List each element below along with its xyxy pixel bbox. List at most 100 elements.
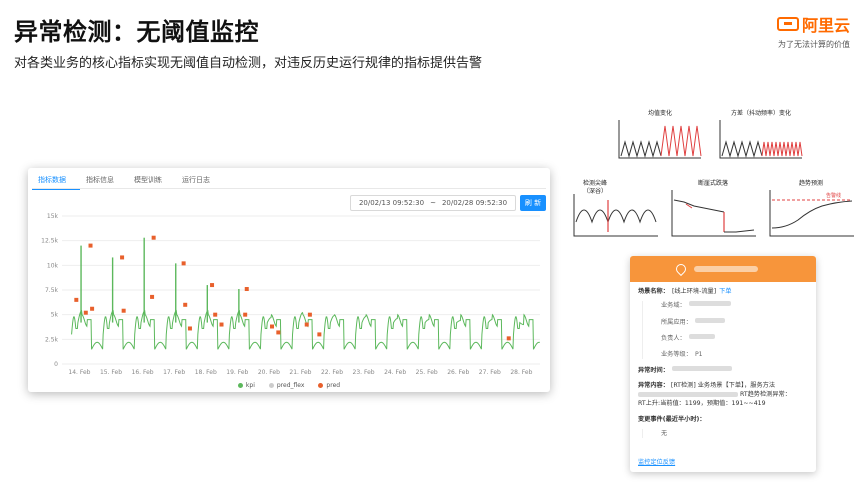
pattern-spike-detection: 检测尖峰 （深谷）: [570, 178, 660, 240]
x-tick-label: 26. Feb: [447, 369, 469, 376]
pattern-mean-change: 均值变化: [615, 106, 705, 164]
redacted-value: [694, 317, 725, 323]
legend-label: pred: [326, 382, 341, 389]
pattern-spike-graphic: [573, 194, 658, 237]
redacted-value: [638, 391, 738, 397]
date-end: 20/02/28 09:52:30: [441, 199, 508, 207]
anomaly-point: [83, 310, 88, 315]
date-start: 20/02/13 09:52:30: [358, 199, 425, 207]
anomaly-point: [210, 283, 215, 288]
aliyun-logo-icon: [776, 17, 799, 31]
legend-label: kpi: [245, 382, 255, 389]
owner-label: 负责人：: [661, 334, 686, 342]
alert-card-header: [630, 256, 816, 282]
content-extra: RT趋势检测异常：: [739, 391, 791, 399]
time-label: 异常时间：: [638, 367, 669, 375]
redacted-title: [694, 266, 758, 272]
legend-dot-icon: [318, 383, 324, 388]
date-range-picker[interactable]: 20/02/13 09:52:30 ~ 20/02/28 09:52:30: [350, 195, 516, 211]
biz-domain-label: 业务域：: [661, 302, 686, 310]
logo-text: 阿里云: [801, 16, 850, 35]
change-row: 变更事件(最近半小时)：: [638, 415, 808, 424]
y-tick-label: 0: [54, 361, 58, 368]
level-value: P1: [694, 351, 703, 359]
content-line2: RT上升:当前值：1199，预期值：191~~419: [638, 400, 766, 408]
anomaly-point: [506, 336, 511, 341]
x-tick-label: 15. Feb: [100, 369, 122, 376]
anomaly-point: [181, 261, 186, 266]
pattern-trend-forecast: 趋势预测 告警线: [766, 178, 856, 240]
chart-legend: kpi pred_flex pred: [28, 382, 550, 389]
y-tick-label: 5k: [51, 312, 59, 319]
date-separator: ~: [430, 199, 436, 207]
x-tick-label: 20. Feb: [258, 369, 280, 376]
y-tick-label: 12.5k: [41, 238, 58, 245]
pattern-mean-change-graphic: [618, 120, 702, 159]
page-title: 异常检测：无阈值监控: [14, 18, 259, 46]
redacted-value: [671, 366, 732, 372]
anomaly-point: [213, 312, 218, 317]
anomaly-point: [74, 297, 79, 302]
pattern-cliff-graphic: [671, 190, 756, 237]
y-tick-label: 7.5k: [45, 287, 59, 294]
redacted-value: [688, 333, 715, 339]
content-label: 异常内容：: [638, 381, 669, 389]
x-tick-label: 23. Feb: [353, 369, 375, 376]
content-value: [RT检测] 业务场景【下单】，服务方法: [670, 381, 776, 389]
x-tick-label: 28. Feb: [510, 369, 532, 376]
anomaly-point: [187, 326, 192, 331]
pattern-cliff-drop: 断崖式跌落: [668, 178, 758, 240]
aliyun-logo: 阿里云 为了无法计算的价值: [752, 12, 850, 50]
scene-value: [线上环境-流量]: [671, 288, 717, 295]
legend-item-kpi[interactable]: kpi: [237, 382, 255, 389]
x-tick-label: 27. Feb: [479, 369, 501, 376]
anomaly-point: [276, 330, 281, 335]
anomaly-point: [120, 255, 125, 260]
anomaly-point: [244, 287, 249, 292]
anomaly-point: [183, 302, 188, 307]
kpi-monitor-panel: 指标数据 指标信息 模型训练 运行日志 20/02/13 09:52:30 ~ …: [28, 168, 550, 392]
x-tick-label: 25. Feb: [416, 369, 438, 376]
kpi-series-line: [71, 309, 540, 350]
tab-divider: [32, 188, 546, 189]
app-label: 所属应用：: [661, 318, 692, 326]
anomaly-point: [219, 322, 224, 327]
legend-item-pred-flex[interactable]: pred_flex: [268, 382, 305, 389]
change-label: 变更事件(最近半小时)：: [638, 415, 706, 423]
legend-label: pred_flex: [276, 382, 305, 389]
alert-card: 场景名称： [线上环境-流量] 下单 业务域： 所属应用： 负责人： 业务等级：…: [630, 256, 816, 472]
page-subtitle: 对各类业务的核心指标实现无阈值自动检测，对违反历史运行规律的指标提供告警: [14, 56, 483, 71]
time-row: 异常时间：: [638, 366, 808, 375]
pattern-variance-change-graphic: [719, 120, 803, 159]
y-tick-label: 15k: [47, 213, 59, 220]
legend-dot-icon: [268, 383, 274, 388]
x-tick-label: 14. Feb: [68, 369, 90, 376]
legend-dot-icon: [237, 383, 243, 388]
legend-item-pred[interactable]: pred: [318, 382, 340, 389]
refresh-button[interactable]: 刷 新: [520, 195, 546, 211]
x-tick-label: 17. Feb: [163, 369, 185, 376]
pattern-trend-graphic: [769, 190, 854, 237]
scene-details: 业务域： 所属应用： 负责人： 业务等级： P1: [642, 301, 808, 360]
y-tick-label: 10k: [47, 262, 59, 269]
anomaly-point: [270, 324, 275, 329]
x-tick-label: 18. Feb: [195, 369, 217, 376]
anomaly-point: [307, 312, 312, 317]
anomaly-point: [121, 308, 126, 313]
anomaly-point: [88, 243, 93, 248]
scene-label: 场景名称：: [638, 288, 669, 295]
x-tick-label: 24. Feb: [384, 369, 406, 376]
change-value: 无: [661, 429, 668, 437]
scene-link[interactable]: 下单: [719, 287, 731, 296]
anomaly-point: [150, 294, 155, 299]
kpi-line-chart: 0 2.5k 5k 7.5k 10k 12.5k 15k 14. Feb 15. Feb 16. …: [41, 213, 540, 376]
feedback-link[interactable]: 监控定位反馈: [638, 457, 675, 466]
anomaly-point: [317, 332, 322, 337]
x-tick-label: 19. Feb: [226, 369, 248, 376]
anomaly-point: [90, 306, 95, 311]
anomaly-point: [304, 322, 309, 327]
change-details: 无: [642, 428, 808, 439]
x-tick-label: 22. Feb: [321, 369, 343, 376]
location-pin-icon: [673, 261, 689, 277]
level-label: 业务等级：: [661, 351, 692, 359]
